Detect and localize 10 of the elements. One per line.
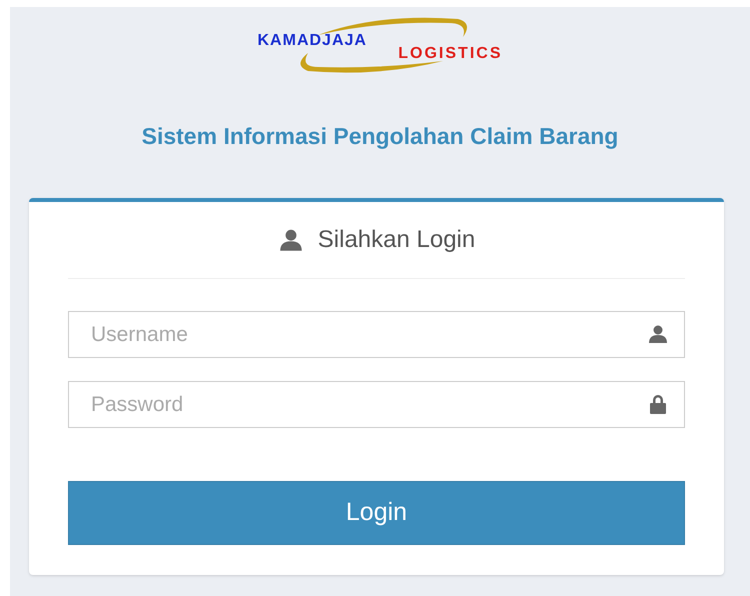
user-icon: [278, 228, 304, 252]
login-button[interactable]: Login: [68, 481, 685, 545]
login-heading: Silahkan Login: [318, 225, 476, 255]
input-field[interactable]: Username: [68, 311, 685, 358]
input-field[interactable]: Password: [68, 381, 685, 428]
page-title: Sistem Informasi Pengolahan Claim Barang: [142, 125, 618, 148]
lock-icon: [648, 394, 668, 414]
logo-text: KAMADJAJA: [258, 33, 367, 49]
logo-text: LOGISTICS: [398, 46, 502, 62]
user-icon: [648, 324, 668, 344]
